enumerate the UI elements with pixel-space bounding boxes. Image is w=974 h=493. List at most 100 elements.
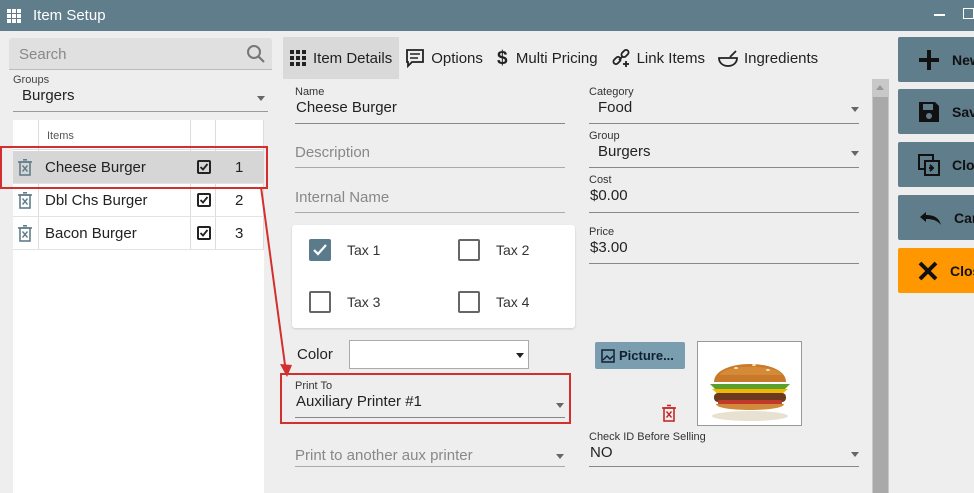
grid-icon <box>290 50 306 66</box>
item-active-checkbox[interactable] <box>197 193 211 207</box>
name-field[interactable]: Name Cheese Burger <box>295 86 565 124</box>
item-picture <box>697 341 802 426</box>
scroll-thumb[interactable] <box>873 97 888 493</box>
print-to-value[interactable]: Auxiliary Printer #1 <box>296 393 422 410</box>
print-to-aux-placeholder[interactable]: Print to another aux printer <box>295 447 473 464</box>
checkbox-checked[interactable] <box>309 239 331 261</box>
item-active-checkbox[interactable] <box>197 226 211 240</box>
price-input[interactable]: $3.00 <box>590 239 628 256</box>
item-name: Bacon Burger <box>45 225 137 242</box>
tab-label: Item Details <box>313 49 393 67</box>
tab-item-details[interactable]: Item Details <box>283 37 400 79</box>
floppy-icon <box>919 101 939 122</box>
group-value[interactable]: Burgers <box>598 143 651 160</box>
dollar-icon: $ <box>497 48 508 68</box>
category-select[interactable]: Category Food <box>589 86 859 124</box>
new-button[interactable]: New <box>898 37 974 82</box>
chevron-down-icon[interactable] <box>851 151 859 156</box>
cancel-button[interactable]: Cancel <box>898 195 974 240</box>
tax-2-checkbox[interactable]: Tax 2 <box>458 239 529 261</box>
print-to-aux-select[interactable]: Print to another aux printer <box>295 434 565 467</box>
items-column-header: Items <box>47 130 74 142</box>
window-title: Item Setup <box>33 7 106 24</box>
checkbox-unchecked[interactable] <box>458 291 480 313</box>
plus-icon <box>919 49 939 70</box>
price-field[interactable]: Price $3.00 <box>589 226 859 264</box>
title-bar: Item Setup <box>0 0 974 31</box>
delete-icon[interactable] <box>18 225 32 242</box>
tax-card: Tax 1 Tax 2 Tax 3 Tax 4 <box>292 225 575 328</box>
item-order: 2 <box>235 192 244 209</box>
internal-name-input[interactable]: Internal Name <box>295 189 389 206</box>
search-input[interactable]: Search <box>19 46 67 63</box>
groups-label: Groups <box>13 74 50 86</box>
tab-options[interactable]: Options <box>399 37 490 79</box>
groups-select[interactable]: Groups Burgers <box>13 74 268 112</box>
item-name: Cheese Burger <box>45 159 146 176</box>
close-button[interactable]: Close <box>898 248 974 293</box>
items-table-header: Items <box>13 120 264 150</box>
color-select[interactable] <box>349 340 529 369</box>
name-label: Name <box>295 86 325 98</box>
price-label: Price <box>589 226 615 238</box>
tab-ingredients[interactable]: Ingredients <box>711 37 826 79</box>
chat-icon <box>406 49 425 68</box>
tax-label: Tax 2 <box>496 242 530 258</box>
table-row[interactable]: Bacon Burger 3 <box>13 217 264 250</box>
name-input[interactable]: Cheese Burger <box>296 99 397 116</box>
clone-button[interactable]: Clone <box>898 142 974 187</box>
description-field[interactable]: Description <box>295 131 565 168</box>
delete-icon[interactable] <box>18 159 32 176</box>
chevron-down-icon[interactable] <box>556 403 564 408</box>
item-name: Dbl Chs Burger <box>45 192 148 209</box>
category-value[interactable]: Food <box>598 99 632 116</box>
chevron-down-icon[interactable] <box>851 452 859 457</box>
tax-1-checkbox[interactable]: Tax 1 <box>309 239 380 261</box>
internal-name-field[interactable]: Internal Name <box>295 176 565 213</box>
maximize-icon[interactable] <box>963 8 974 19</box>
check-id-value[interactable]: NO <box>590 444 613 461</box>
chevron-down-icon[interactable] <box>851 107 859 112</box>
check-id-select[interactable]: Check ID Before Selling NO <box>589 431 859 467</box>
left-panel: Search Groups Burgers Items Cheese Burge… <box>0 31 275 493</box>
groups-value[interactable]: Burgers <box>22 87 268 104</box>
tab-multi-pricing[interactable]: $ Multi Pricing <box>489 37 605 79</box>
cost-input[interactable]: $0.00 <box>590 187 628 204</box>
chevron-down-icon[interactable] <box>257 96 265 101</box>
chevron-down-icon[interactable] <box>556 454 564 459</box>
delete-icon[interactable] <box>18 192 32 209</box>
group-select[interactable]: Group Burgers <box>589 130 859 168</box>
item-order: 1 <box>235 159 244 176</box>
print-to-select[interactable]: Print To Auxiliary Printer #1 <box>295 380 565 418</box>
items-table: Items Cheese Burger 1 Dbl Chs Burger 2 B… <box>13 120 264 493</box>
table-row[interactable]: Dbl Chs Burger 2 <box>13 184 264 217</box>
save-button[interactable]: Save <box>898 89 974 134</box>
cost-field[interactable]: Cost $0.00 <box>589 174 859 213</box>
action-bar: New Save Clone Cancel Close <box>889 31 974 493</box>
delete-picture-icon[interactable] <box>661 404 677 422</box>
check-icon <box>199 163 209 171</box>
group-label: Group <box>589 130 620 142</box>
tab-label: Ingredients <box>743 49 819 67</box>
table-row[interactable]: Cheese Burger 1 <box>13 151 264 184</box>
search-icon[interactable] <box>246 44 266 64</box>
description-input[interactable]: Description <box>295 144 370 161</box>
item-active-checkbox[interactable] <box>197 160 211 174</box>
search-box[interactable]: Search <box>9 38 272 70</box>
checkbox-unchecked[interactable] <box>458 239 480 261</box>
bowl-icon <box>718 50 738 67</box>
chevron-down-icon[interactable] <box>516 353 524 358</box>
annotation-arrow-icon <box>260 186 292 377</box>
clone-label: Clone <box>952 156 974 173</box>
burger-image <box>710 364 790 421</box>
tab-link-items[interactable]: Link Items <box>604 37 712 79</box>
save-label: Save <box>952 103 974 120</box>
scroll-up-icon[interactable] <box>876 85 884 90</box>
tax-3-checkbox[interactable]: Tax 3 <box>309 291 380 313</box>
checkbox-unchecked[interactable] <box>309 291 331 313</box>
tax-4-checkbox[interactable]: Tax 4 <box>458 291 529 313</box>
link-add-icon <box>612 49 630 67</box>
picture-button[interactable]: Picture... <box>595 342 685 369</box>
vertical-scrollbar[interactable] <box>872 79 889 493</box>
minimize-icon[interactable] <box>934 14 945 16</box>
